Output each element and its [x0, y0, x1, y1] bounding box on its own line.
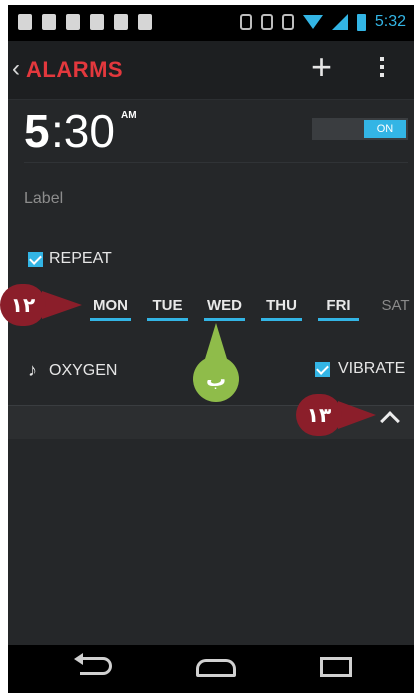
day-wednesday[interactable]: WED: [196, 297, 253, 321]
day-monday[interactable]: MON: [82, 297, 139, 321]
alarm-clock-icon: [281, 14, 294, 30]
repeat-label: REPEAT: [49, 250, 112, 267]
alarm-toggle[interactable]: ON: [312, 118, 408, 140]
collapse-chevron-up-icon[interactable]: [380, 411, 400, 431]
toggle-on-label: ON: [364, 120, 406, 138]
dot: [380, 57, 384, 61]
download-icon: [42, 14, 56, 30]
dot: [380, 65, 384, 69]
vibrate-label: VIBRATE: [338, 360, 406, 377]
callout-13: ١٣: [296, 394, 342, 436]
callout-12-pointer: [42, 291, 82, 319]
overflow-menu-icon[interactable]: [380, 57, 384, 77]
page-title[interactable]: ALARMS: [26, 57, 123, 83]
repeat-checkbox[interactable]: [28, 251, 43, 267]
status-bar: 5:32: [8, 5, 414, 41]
alarm-time-minutes[interactable]: :30: [51, 108, 115, 154]
label-input[interactable]: Label: [24, 190, 63, 208]
action-bar: ‹ ALARMS +: [8, 41, 414, 100]
back-chevron-icon[interactable]: ‹: [12, 55, 20, 83]
alarm-list-area: [8, 439, 414, 645]
day-tuesday[interactable]: TUE: [139, 297, 196, 321]
callout-13-pointer: [338, 401, 376, 429]
ringtone-name: OXYGEN: [49, 361, 118, 379]
home-button[interactable]: [196, 659, 236, 677]
recent-apps-button[interactable]: [320, 657, 352, 677]
battery-icon: [356, 13, 366, 31]
sim-icon: [18, 14, 32, 30]
bluetooth-icon: [239, 14, 252, 30]
system-icons: 5:32: [239, 13, 406, 31]
day-selector: MON TUE WED THU FRI SAT: [82, 297, 414, 321]
divider: [24, 162, 408, 163]
ringtone-selector[interactable]: ♪ OXYGEN: [28, 360, 117, 381]
vibrate-checkbox[interactable]: [315, 361, 330, 377]
back-button[interactable]: [80, 657, 112, 675]
day-thursday[interactable]: THU: [253, 297, 310, 321]
vibrate-checkbox-row[interactable]: VIBRATE: [315, 360, 405, 378]
alarm-time-hour[interactable]: 5: [24, 108, 50, 154]
notification-icons: [18, 14, 152, 30]
repeat-checkbox-row[interactable]: REPEAT: [28, 250, 112, 268]
add-alarm-button[interactable]: +: [311, 49, 332, 85]
signal-icon: [331, 14, 348, 30]
day-friday[interactable]: FRI: [310, 297, 367, 321]
status-time: 5:32: [374, 13, 406, 30]
message-icon: [66, 14, 80, 30]
wifi-icon: [302, 15, 323, 29]
image-icon: [114, 14, 128, 30]
game-icon: [138, 14, 152, 30]
music-note-icon: ♪: [28, 360, 37, 380]
check-icon: [90, 14, 104, 30]
rotate-icon: [260, 14, 273, 30]
day-saturday[interactable]: SAT: [367, 297, 414, 321]
callout-b-pointer: [205, 323, 227, 359]
dot: [380, 73, 384, 77]
callout-b: ب: [193, 356, 239, 402]
callout-12: ١٢: [0, 284, 46, 326]
ampm-indicator: AM: [121, 110, 137, 121]
navigation-bar: [8, 645, 414, 693]
